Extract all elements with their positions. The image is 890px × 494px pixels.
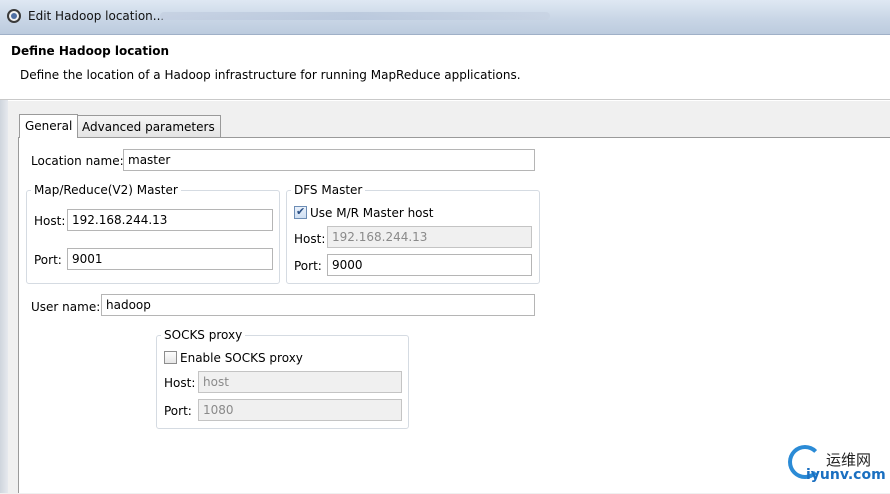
location-name-input[interactable]: master [123, 149, 535, 171]
watermark-url-text: iyunv.com [806, 467, 886, 483]
mapreduce-port-input[interactable]: 9001 [67, 248, 273, 270]
user-name-label: User name: [31, 300, 101, 314]
dfs-port-input[interactable]: 9000 [327, 254, 532, 276]
window-titlebar[interactable]: Edit Hadoop location... [0, 0, 890, 35]
tab-advanced-parameters[interactable]: Advanced parameters [76, 115, 221, 137]
mapreduce-master-title: Map/Reduce(V2) Master [31, 183, 181, 197]
mapreduce-port-label: Port: [34, 253, 62, 267]
enable-socks-checkbox[interactable] [164, 351, 177, 364]
location-name-label: Location name: [31, 154, 124, 168]
mapreduce-host-label: Host: [34, 214, 66, 228]
page-description: Define the location of a Hadoop infrastr… [20, 68, 521, 82]
tab-general[interactable]: General [19, 114, 79, 138]
use-mr-host-label: Use M/R Master host [310, 206, 434, 220]
blurred-title-area [160, 12, 550, 20]
user-name-input[interactable]: hadoop [101, 294, 535, 316]
dfs-master-title: DFS Master [291, 183, 366, 197]
dfs-host-input[interactable]: 192.168.244.13 [327, 226, 532, 248]
mapreduce-host-input[interactable]: 192.168.244.13 [67, 209, 273, 231]
dfs-port-label: Port: [294, 259, 322, 273]
page-title: Define Hadoop location [11, 44, 170, 58]
socks-host-input[interactable]: host [198, 371, 402, 393]
dialog-header: Define Hadoop location Define the locati… [0, 35, 890, 100]
eclipse-app-icon [7, 9, 21, 23]
window-title: Edit Hadoop location... [28, 9, 165, 23]
use-mr-host-checkbox[interactable] [294, 205, 307, 219]
socks-port-label: Port: [164, 404, 192, 418]
dfs-host-label: Host: [294, 232, 326, 246]
socks-proxy-title: SOCKS proxy [161, 328, 246, 342]
enable-socks-label: Enable SOCKS proxy [180, 351, 303, 365]
site-watermark: 运维网 iyunv.com [786, 443, 886, 489]
socks-host-label: Host: [164, 376, 196, 390]
left-window-edge [0, 100, 8, 493]
socks-port-input[interactable]: 1080 [198, 399, 402, 421]
